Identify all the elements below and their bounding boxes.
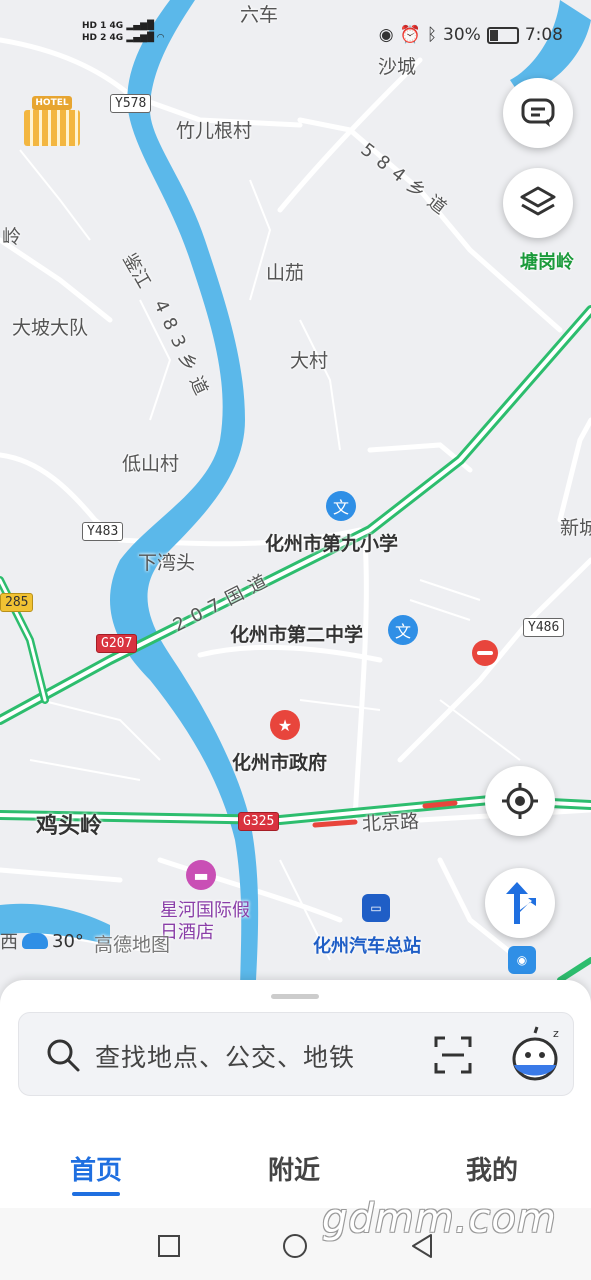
weather-prefix: 西 [0,932,18,953]
no-entry-icon[interactable] [472,640,498,666]
poi-bus-station[interactable]: 化州汽车总站 [313,932,421,958]
bed-icon[interactable]: ▬ [186,860,216,890]
place-zhuergencun[interactable]: 竹儿根村 [176,116,252,143]
road-beijing: 北京路 [361,810,420,836]
place-dacun[interactable]: 大村 [290,346,328,373]
poi-school2[interactable]: 化州市第二中学 [230,620,363,647]
map-canvas[interactable]: 六车 沙城 竹儿根村 岭 塘岗岭 山茄 大坡大队 大村 低山村 下湾头 新城 鸡… [0,0,591,1000]
poi-hotel[interactable]: 星河国际假日酒店 [160,900,250,944]
svg-text:z: z [553,1027,559,1040]
tab-mine-label: 我的 [466,1156,519,1186]
hotel-badge-label: HOTEL [32,96,72,110]
weather-widget[interactable]: 西 30° [0,928,84,954]
battery-icon [486,26,519,44]
tab-home[interactable]: 首页 [70,1150,123,1196]
school-9-pin[interactable]: 文 [326,491,356,521]
home-icon[interactable] [282,1233,308,1259]
battery-percent: 30% [443,25,481,45]
status-bar: HD 1 4G ▂▄▆█ HD 2 4G ▂▄▆█ ◠ ◉ ⏰ ᛒ 30% 7:… [0,0,591,70]
cloud-icon [22,933,48,949]
layers-icon [520,186,556,216]
recents-icon[interactable] [157,1234,181,1258]
poi-school9[interactable]: 化州市第九小学 [265,529,398,556]
place-shanqie[interactable]: 山茄 [266,258,304,285]
net1-label: 4G [109,21,124,31]
hotel-icon[interactable]: HOTEL [22,96,82,148]
sim1-label: HD 1 [82,21,107,31]
place-xiawantou[interactable]: 下湾头 [138,548,195,575]
metro-icon[interactable]: ◉ [508,946,536,974]
poi-govt[interactable]: 化州市政府 [232,748,327,775]
sim-indicators: HD 1 4G ▂▄▆█ HD 2 4G ▂▄▆█ ◠ [82,21,165,43]
alarm-icon: ⏰ [399,25,421,45]
place-dapodadui[interactable]: 大坡大队 [12,313,88,340]
provider-logo: 高德地图 [94,934,171,956]
clock-time: 7:08 [524,25,563,45]
bus-icon[interactable]: ▭ [362,894,390,922]
map-base-layer [0,0,591,1000]
tab-nearby-label: 附近 [268,1156,321,1186]
star-icon[interactable]: ★ [270,710,300,740]
sheet-drag-handle[interactable] [271,994,319,999]
weather-temp: 30° [52,930,84,952]
message-icon [521,98,555,127]
bluetooth-icon: ᛒ [426,25,438,45]
place-dishancun[interactable]: 低山村 [122,449,179,476]
locate-icon [502,783,538,819]
place-tanggangling[interactable]: 塘岗岭 [520,248,574,274]
search-bar[interactable]: 查找地点、公交、地铁 z [18,1012,574,1096]
tab-active-underline [72,1192,121,1196]
wifi-icon: ◠ [157,33,165,43]
layers-button[interactable] [503,168,573,238]
shield-g325: G325 [238,812,280,831]
message-button[interactable] [503,78,573,148]
shield-g207: G207 [96,634,138,653]
navigation-button[interactable] [485,868,555,938]
shield-y578: Y578 [110,94,152,113]
shield-y486: Y486 [523,618,565,637]
tab-nearby[interactable]: 附近 [268,1150,320,1187]
net2-label: 4G [109,33,124,43]
navigation-icon [506,882,536,924]
scan-icon[interactable] [433,1035,473,1075]
tab-home-label: 首页 [70,1156,123,1186]
sim2-label: HD 2 [82,33,107,43]
shield-285: 285 [0,593,34,612]
watermark: gdmm.com [322,1196,557,1242]
shield-y483: Y483 [82,522,124,541]
place-ling[interactable]: 岭 [2,222,21,249]
tab-mine[interactable]: 我的 [466,1150,518,1187]
eye-icon: ◉ [378,25,394,45]
search-icon [47,1039,80,1072]
place-xincheng[interactable]: 新城 [560,513,591,540]
search-input[interactable]: 查找地点、公交、地铁 [95,1038,355,1074]
place-jitouling[interactable]: 鸡头岭 [36,808,102,840]
locate-button[interactable] [485,766,555,836]
school-2-pin[interactable]: 文 [388,615,418,645]
assistant-icon[interactable]: z [509,1025,561,1083]
